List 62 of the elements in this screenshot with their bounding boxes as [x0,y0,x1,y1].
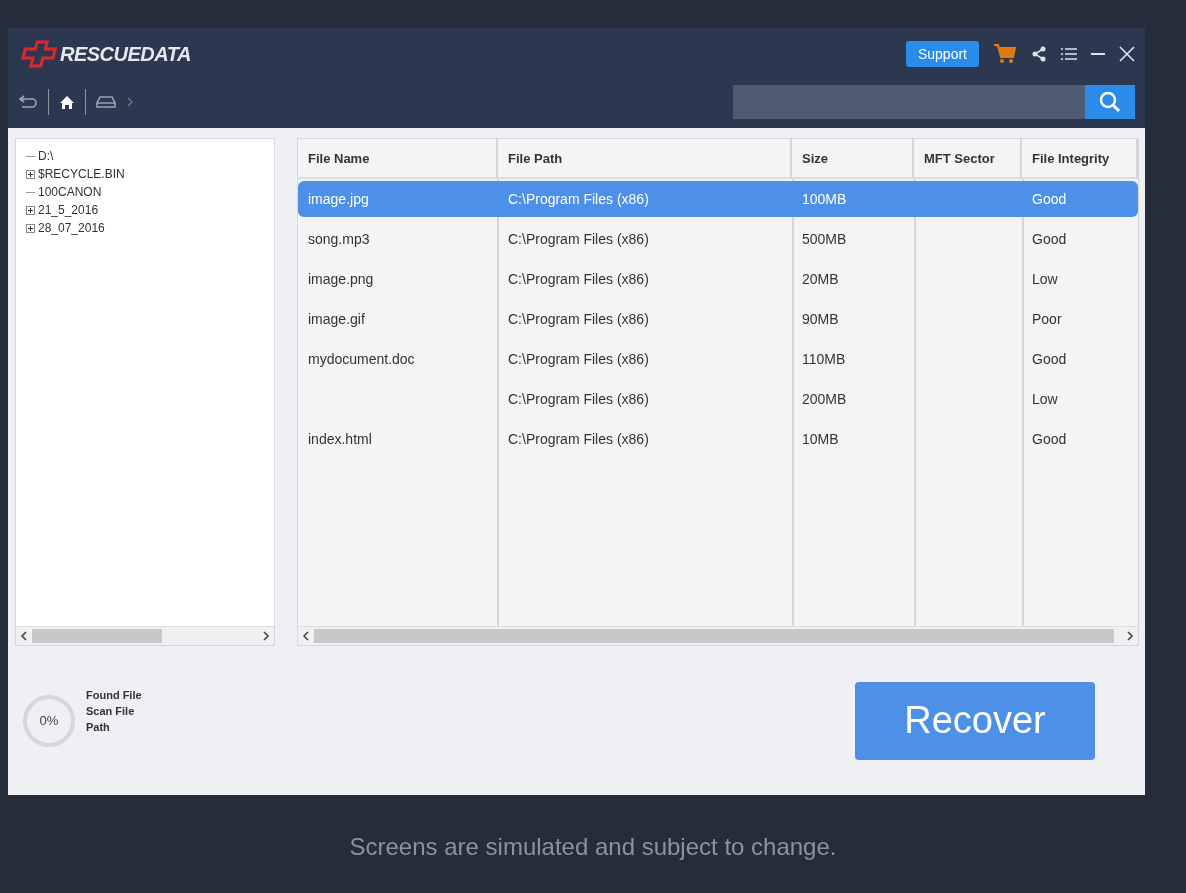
table-cell[interactable]: Good [1022,221,1138,257]
cart-icon[interactable] [993,43,1017,65]
tree-item[interactable]: 100CANON [38,185,102,199]
table-cell[interactable]: C:\Program Files (x86) [498,221,792,257]
home-icon[interactable] [59,94,75,110]
scroll-right-icon[interactable] [1126,631,1134,641]
table-cell[interactable]: image.gif [298,301,498,337]
cross-logo-icon [18,39,58,69]
disclaimer-caption: Screens are simulated and subject to change. [348,833,838,861]
table-cell[interactable]: 20MB [792,261,914,297]
table-cell[interactable]: image.png [298,261,498,297]
table-cell[interactable]: Low [1022,381,1138,417]
drive-icon[interactable] [96,95,116,109]
scroll-right-icon[interactable] [262,631,270,641]
horizontal-scrollbar[interactable] [298,626,1138,645]
tree-item[interactable]: $RECYCLE.BIN [38,167,125,181]
tree-item[interactable]: 21_5_2016 [38,203,99,217]
table-cell[interactable]: mydocument.doc [298,341,498,377]
table-cell[interactable]: 110MB [792,341,914,377]
table-cell[interactable]: C:\Program Files (x86) [498,341,792,377]
minimize-icon[interactable] [1091,52,1105,56]
scroll-left-icon[interactable] [20,631,28,641]
table-cell[interactable]: 90MB [792,301,914,337]
expand-icon[interactable] [26,169,35,179]
scan-label: Scan File [86,704,136,717]
table-cell[interactable]: Good [1022,341,1138,377]
expand-icon[interactable] [26,223,35,233]
table-cell[interactable]: song.mp3 [298,221,498,257]
table-cell[interactable]: Low [1022,261,1138,297]
expand-icon[interactable] [26,205,35,215]
table-cell[interactable]: C:\Program Files (x86) [498,381,792,417]
progress-percent: 0% [39,713,59,728]
column-header[interactable]: File Integrity [1022,139,1138,179]
table-cell[interactable]: Poor [1022,301,1138,337]
table-cell[interactable]: Good [1022,421,1138,457]
search-button[interactable] [1085,85,1135,119]
tree-item[interactable]: 28_07_2016 [38,221,105,235]
chevron-icon [126,97,134,107]
scan-label: Path [86,720,111,733]
column-header[interactable]: MFT Sector [914,139,1022,179]
table-cell[interactable]: 500MB [792,221,914,257]
share-icon[interactable] [1031,46,1047,62]
tree-item[interactable]: D:\ [38,149,54,163]
support-button[interactable]: Support [905,41,979,67]
column-header[interactable]: Size [792,139,914,179]
close-icon[interactable] [1119,46,1135,62]
column-header[interactable]: File Path [498,139,792,179]
table-cell[interactable]: C:\Program Files (x86) [498,301,792,337]
menu-icon[interactable] [1061,48,1077,60]
search-icon [1099,91,1121,113]
app-logo: RESCUEDATA [60,42,191,66]
table-cell[interactable]: C:\Program Files (x86) [498,421,792,457]
table-cell[interactable]: 10MB [792,421,914,457]
table-cell[interactable]: 200MB [792,381,914,417]
horizontal-scrollbar[interactable] [16,626,274,645]
column-header[interactable]: File Name [298,139,498,179]
search-field[interactable] [733,85,1135,119]
scan-label: Found File [86,688,142,701]
scroll-left-icon[interactable] [302,631,310,641]
back-icon[interactable] [18,94,38,110]
table-cell[interactable]: index.html [298,421,498,457]
table-cell[interactable]: C:\Program Files (x86) [498,261,792,297]
